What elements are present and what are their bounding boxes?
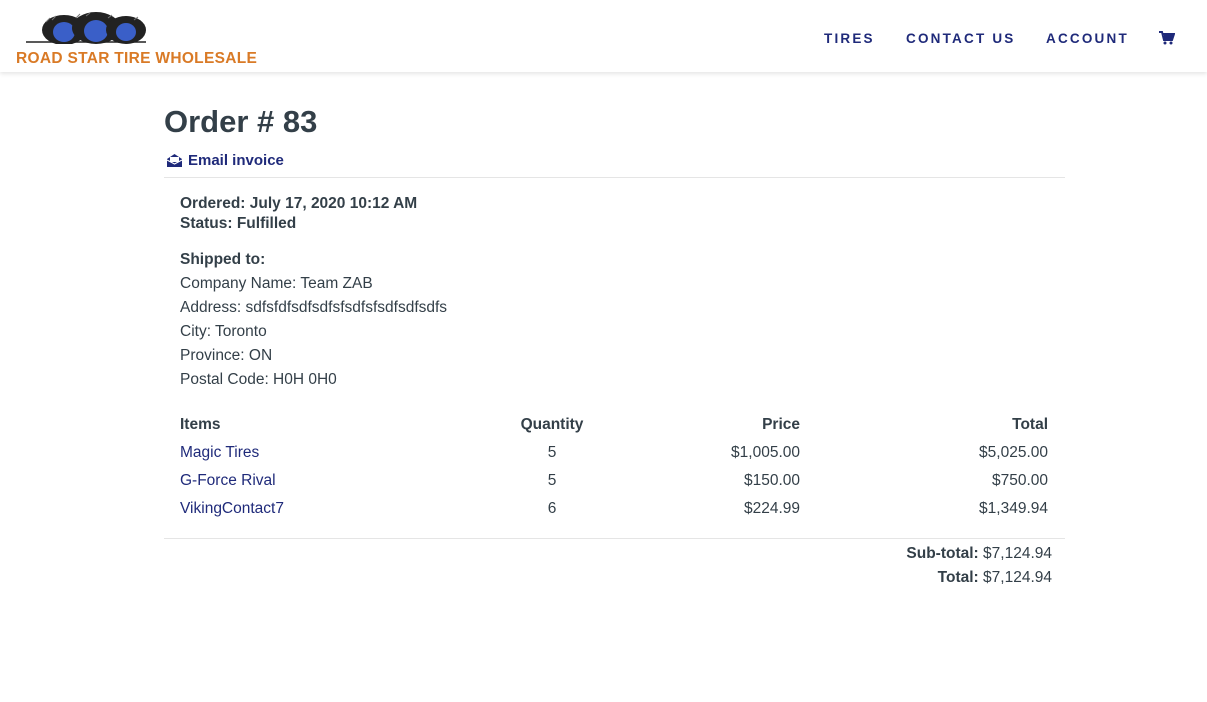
column-header-items: Items xyxy=(180,416,221,433)
nav-contact-us[interactable]: CONTACT US xyxy=(906,31,1016,49)
ordered-date: Ordered: July 17, 2020 10:12 AM xyxy=(180,195,418,212)
divider xyxy=(164,177,1065,178)
subtotal-value: $7,124.94 xyxy=(983,545,1052,562)
total-label: Total: xyxy=(937,569,979,586)
item-total: $1,349.94 xyxy=(979,500,1048,517)
shipped-to-heading: Shipped to: xyxy=(180,251,266,268)
shopping-cart-icon[interactable] xyxy=(1159,31,1177,47)
page-title: Order # 83 xyxy=(164,104,318,139)
item-link[interactable]: VikingContact7 xyxy=(180,500,284,518)
item-total: $750.00 xyxy=(991,472,1048,489)
nav-tires[interactable]: TIRES xyxy=(824,31,875,49)
tires-logo-icon xyxy=(26,12,146,44)
city: City: Toronto xyxy=(180,323,267,340)
postal-code: Postal Code: H0H 0H0 xyxy=(180,371,337,388)
item-link[interactable]: G-Force Rival xyxy=(180,472,276,490)
address: Address: sdfsfdfsdfsdfsfsdfsfsdfsdfsdfs xyxy=(180,299,448,316)
total-value: $7,124.94 xyxy=(983,569,1052,586)
company-name: Company Name: Team ZAB xyxy=(180,275,373,292)
top-navbar: ROAD STAR TIRE WHOLESALE TIRES CONTACT U… xyxy=(0,0,1207,72)
item-link[interactable]: Magic Tires xyxy=(180,444,259,462)
envelope-open-icon xyxy=(166,153,183,167)
item-quantity: 5 xyxy=(547,472,557,489)
column-header-total: Total xyxy=(1012,416,1048,433)
order-status: Status: Fulfilled xyxy=(180,215,297,232)
subtotal: Sub-total: $7,124.94 xyxy=(906,545,1052,563)
email-invoice-label: Email invoice xyxy=(188,151,284,169)
column-header-price: Price xyxy=(762,416,800,433)
brand-logo[interactable]: ROAD STAR TIRE WHOLESALE xyxy=(16,12,266,68)
divider xyxy=(164,538,1065,539)
email-invoice-link[interactable]: Email invoice xyxy=(166,150,284,170)
item-quantity: 5 xyxy=(547,444,557,461)
nav-account[interactable]: ACCOUNT xyxy=(1046,31,1129,49)
item-price: $150.00 xyxy=(743,472,800,489)
column-header-quantity: Quantity xyxy=(520,416,584,433)
item-price: $224.99 xyxy=(743,500,800,517)
subtotal-label: Sub-total: xyxy=(906,545,979,562)
brand-name: ROAD STAR TIRE WHOLESALE xyxy=(16,50,258,67)
item-price: $1,005.00 xyxy=(731,444,800,461)
province: Province: ON xyxy=(180,347,273,364)
grand-total: Total: $7,124.94 xyxy=(938,569,1052,587)
item-quantity: 6 xyxy=(547,500,557,517)
item-total: $5,025.00 xyxy=(979,444,1048,461)
